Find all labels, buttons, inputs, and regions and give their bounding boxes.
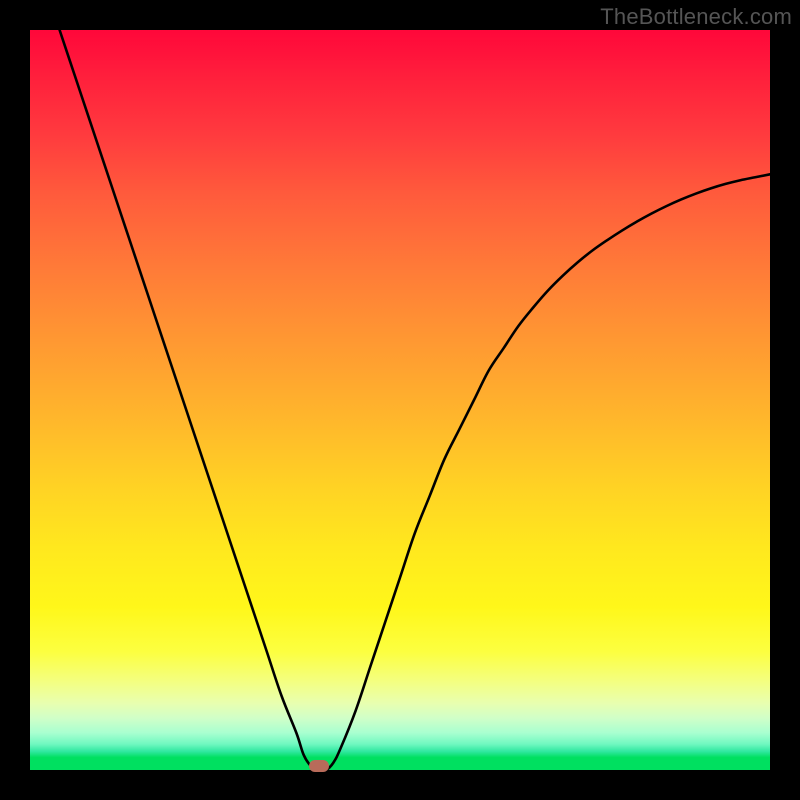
plot-area xyxy=(30,30,770,770)
chart-frame: TheBottleneck.com xyxy=(0,0,800,800)
minimum-marker xyxy=(309,760,329,772)
bottleneck-curve xyxy=(30,30,770,770)
watermark-text: TheBottleneck.com xyxy=(600,4,792,30)
